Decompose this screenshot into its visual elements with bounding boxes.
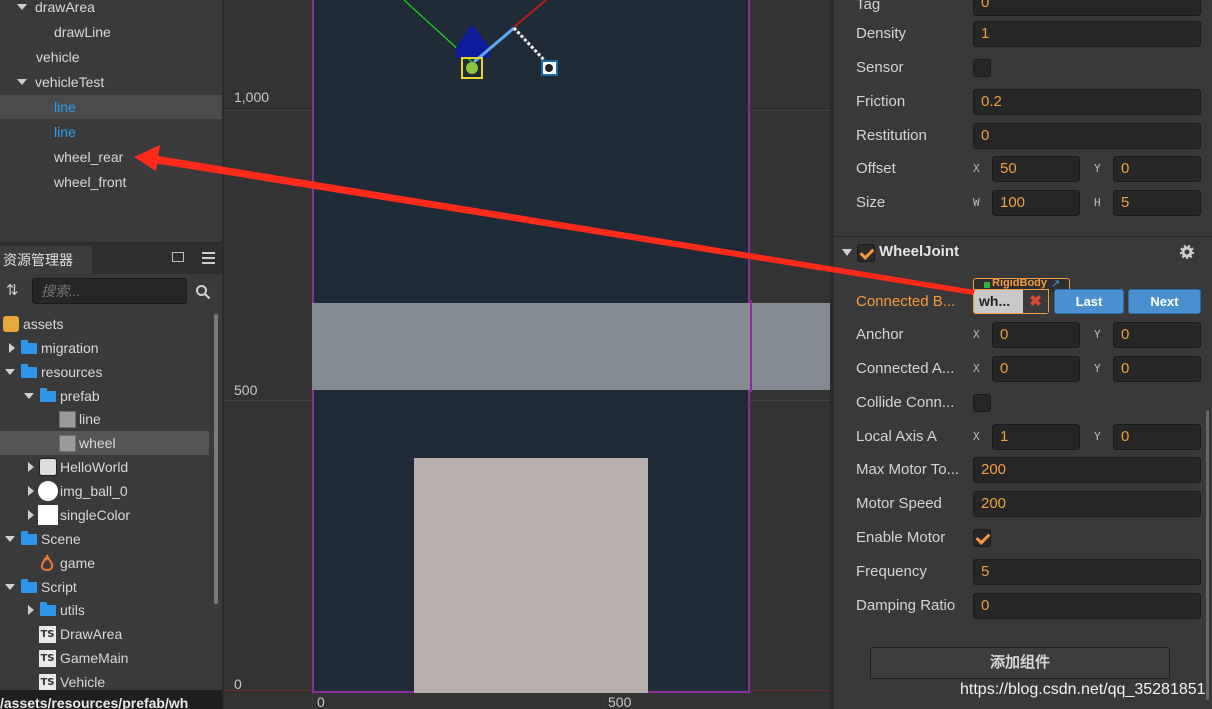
watermark-text: https://blog.csdn.net/qq_35281851	[960, 681, 1206, 698]
annotation-arrow	[134, 145, 975, 295]
